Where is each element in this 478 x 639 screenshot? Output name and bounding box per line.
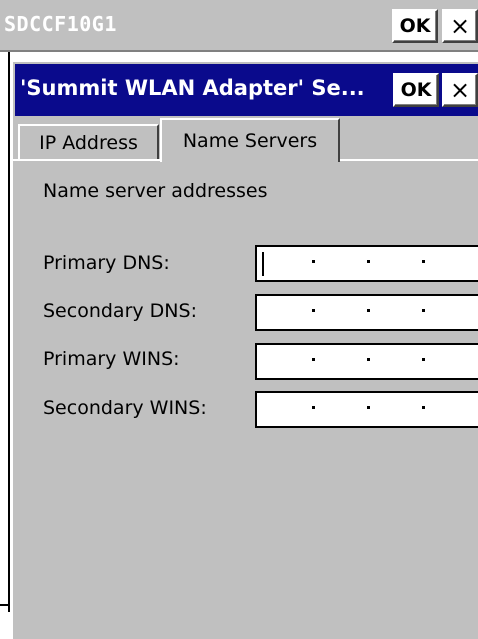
primary-wins-label: Primary WINS: [43, 348, 180, 370]
dialog-ok-button[interactable]: OK [393, 73, 439, 107]
secondary-wins-input[interactable] [255, 391, 478, 428]
outer-window-titlebar: SDCCF10G1 OK × [0, 0, 478, 52]
secondary-dns-input[interactable] [255, 294, 478, 331]
dialog-close-button[interactable]: × [442, 73, 478, 107]
outer-window-frame [8, 52, 10, 612]
tab-name-servers[interactable]: Name Servers [160, 118, 340, 162]
primary-dns-label: Primary DNS: [43, 252, 170, 274]
adapter-settings-dialog: 'Summit WLAN Adapter' Se... OK × IP Addr… [13, 62, 478, 639]
secondary-wins-label: Secondary WINS: [43, 397, 207, 419]
dialog-titlebar: 'Summit WLAN Adapter' Se... OK × [13, 62, 478, 116]
dialog-title: 'Summit WLAN Adapter' Se... [20, 76, 365, 100]
text-caret [262, 252, 264, 276]
outer-window-frame-bottom [0, 604, 10, 606]
secondary-dns-label: Secondary DNS: [43, 300, 197, 322]
name-servers-heading: Name server addresses [43, 180, 268, 202]
outer-ok-button[interactable]: OK [392, 9, 438, 43]
tab-ip-address[interactable]: IP Address [18, 124, 159, 160]
outer-close-button[interactable]: × [442, 9, 478, 43]
primary-dns-input[interactable] [255, 245, 478, 282]
outer-window-title: SDCCF10G1 [4, 12, 117, 36]
primary-wins-input[interactable] [255, 343, 478, 380]
